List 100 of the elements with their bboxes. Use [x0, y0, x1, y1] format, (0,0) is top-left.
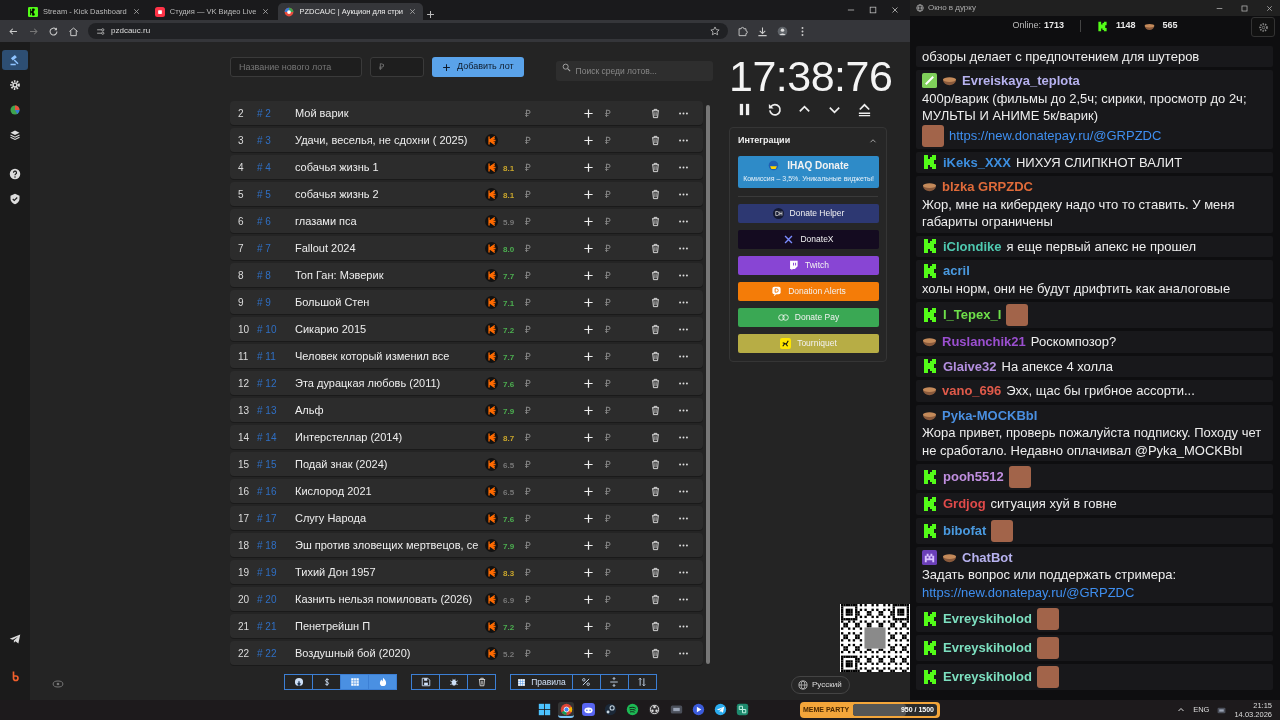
close-icon[interactable]: [261, 7, 271, 16]
plus-icon[interactable]: [583, 485, 594, 497]
amount-field[interactable]: ₽: [525, 348, 545, 364]
lot-id[interactable]: # 2: [257, 105, 295, 121]
taskbar-app[interactable]: [646, 702, 662, 718]
toolbar-button[interactable]: [284, 674, 314, 690]
plus-icon[interactable]: [583, 512, 594, 524]
trash-icon[interactable]: [650, 647, 661, 659]
add-lot-button[interactable]: Добавить лот: [432, 57, 524, 77]
add-amount-field[interactable]: ₽: [605, 159, 625, 175]
add-amount-field[interactable]: ₽: [605, 456, 625, 472]
trash-icon[interactable]: [650, 188, 661, 200]
amount-field[interactable]: ₽: [525, 483, 545, 499]
taskbar-app[interactable]: [712, 702, 728, 718]
add-amount-field[interactable]: ₽: [605, 321, 625, 337]
amount-field[interactable]: ₽: [525, 510, 545, 526]
monitor-icon[interactable]: [1217, 705, 1227, 715]
close-icon[interactable]: [1265, 3, 1274, 13]
add-amount-field[interactable]: ₽: [605, 537, 625, 553]
lot-name-field[interactable]: Название нового лота: [230, 57, 362, 77]
add-amount-field[interactable]: ₽: [605, 591, 625, 607]
trash-icon[interactable]: [650, 566, 661, 578]
amount-field[interactable]: ₽: [525, 429, 545, 445]
reset-icon[interactable]: [767, 102, 782, 117]
plus-icon[interactable]: [583, 566, 594, 578]
close-icon[interactable]: [131, 7, 141, 16]
lot-id[interactable]: # 9: [257, 294, 295, 310]
toolbar-button[interactable]: [467, 674, 497, 690]
message-link[interactable]: https://new.donatepay.ru/@GRPZDC: [949, 126, 1162, 145]
lot-id[interactable]: # 4: [257, 159, 295, 175]
close-icon[interactable]: [408, 7, 418, 16]
trash-icon[interactable]: [650, 350, 661, 362]
integration-button[interactable]: Donate Helper: [738, 203, 879, 223]
lot-id[interactable]: # 22: [257, 645, 295, 661]
lot-id[interactable]: # 7: [257, 240, 295, 256]
plus-icon[interactable]: [583, 269, 594, 281]
plus-icon[interactable]: [583, 431, 594, 443]
download-icon[interactable]: [757, 25, 768, 37]
lot-id[interactable]: # 20: [257, 591, 295, 607]
taskbar-app[interactable]: [734, 702, 750, 718]
taskbar-app[interactable]: [624, 702, 640, 718]
add-amount-field[interactable]: ₽: [605, 564, 625, 580]
lot-id[interactable]: # 14: [257, 429, 295, 445]
plus-icon[interactable]: [583, 296, 594, 308]
amount-field[interactable]: ₽: [525, 105, 545, 121]
trash-icon[interactable]: [650, 296, 661, 308]
trash-icon[interactable]: [650, 404, 661, 416]
lot-id[interactable]: # 15: [257, 456, 295, 472]
maximize-icon[interactable]: [1240, 3, 1249, 13]
lot-id[interactable]: # 19: [257, 564, 295, 580]
site-info-icon[interactable]: [96, 26, 105, 36]
chat-username[interactable]: Ruslanchik21: [942, 333, 1026, 351]
amount-field[interactable]: ₽: [525, 645, 545, 661]
close-icon[interactable]: [890, 5, 900, 15]
add-amount-field[interactable]: ₽: [605, 186, 625, 202]
add-amount-field[interactable]: ₽: [605, 267, 625, 283]
plus-icon[interactable]: [583, 134, 594, 146]
trash-icon[interactable]: [650, 215, 661, 227]
trash-icon[interactable]: [650, 269, 661, 281]
chat-username[interactable]: Grdjog: [943, 495, 986, 513]
chat-username[interactable]: Glaive32: [943, 357, 997, 375]
integration-button[interactable]: DonateX: [738, 229, 879, 249]
profile-icon[interactable]: [777, 25, 788, 37]
chat-username[interactable]: ChatBot: [962, 548, 1013, 566]
trash-icon[interactable]: [650, 539, 661, 551]
amount-field[interactable]: ₽: [525, 618, 545, 634]
plus-icon[interactable]: [583, 323, 594, 335]
trash-icon[interactable]: [650, 620, 661, 632]
add-amount-field[interactable]: ₽: [605, 618, 625, 634]
paper-plane-icon[interactable]: [9, 633, 21, 645]
pause-icon[interactable]: [737, 102, 752, 117]
toolbar-button[interactable]: [439, 674, 469, 690]
amount-field[interactable]: ₽: [525, 564, 545, 580]
amount-field[interactable]: ₽: [525, 321, 545, 337]
maximize-icon[interactable]: [868, 5, 878, 15]
trash-icon[interactable]: [650, 107, 661, 119]
back-icon[interactable]: [8, 25, 19, 37]
chat-username[interactable]: Evreyskiholod: [943, 639, 1032, 657]
trash-icon[interactable]: [650, 377, 661, 389]
amount-field[interactable]: ₽: [525, 213, 545, 229]
trash-icon[interactable]: [650, 485, 661, 497]
lot-id[interactable]: # 5: [257, 186, 295, 202]
lot-id[interactable]: # 10: [257, 321, 295, 337]
lot-id[interactable]: # 17: [257, 510, 295, 526]
plus-icon[interactable]: [583, 593, 594, 605]
add-amount-field[interactable]: ₽: [605, 375, 625, 391]
scrollbar[interactable]: [706, 105, 710, 664]
plus-icon[interactable]: [583, 647, 594, 659]
amount-field[interactable]: ₽: [525, 132, 545, 148]
add-amount-field[interactable]: ₽: [605, 294, 625, 310]
reload-icon[interactable]: [48, 25, 59, 37]
add-amount-field[interactable]: ₽: [605, 213, 625, 229]
amount-field[interactable]: ₽: [525, 159, 545, 175]
lot-id[interactable]: # 21: [257, 618, 295, 634]
toolbar-button[interactable]: [368, 674, 398, 690]
rules-button[interactable]: Правила: [510, 674, 573, 690]
chevron-up-line-icon[interactable]: [857, 102, 872, 117]
plus-icon[interactable]: [583, 161, 594, 173]
lot-id[interactable]: # 8: [257, 267, 295, 283]
lot-id[interactable]: # 11: [257, 348, 295, 364]
